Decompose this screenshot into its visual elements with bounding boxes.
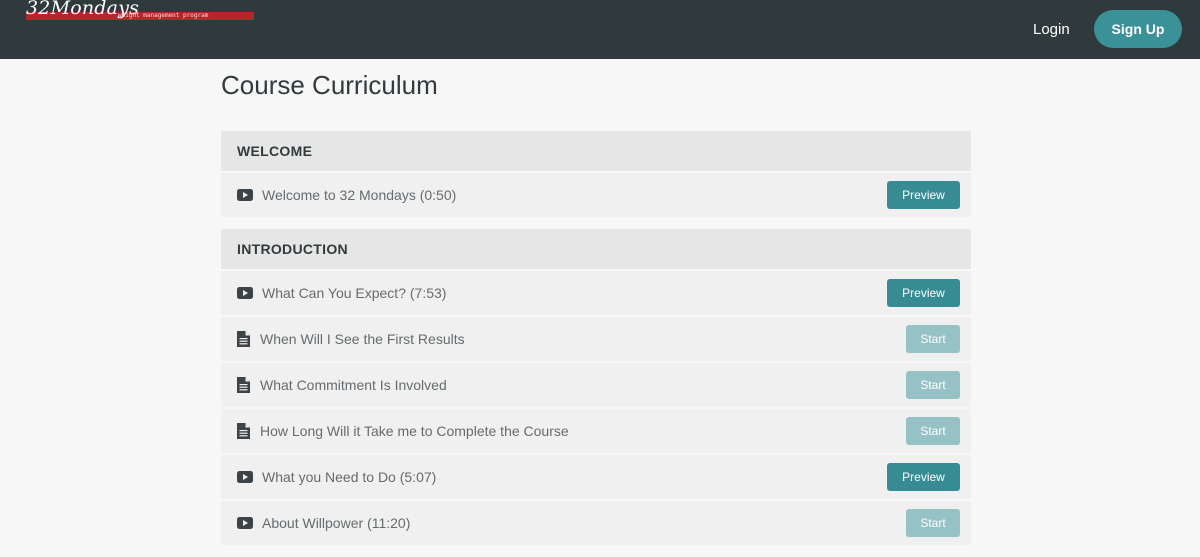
document-icon [237, 377, 250, 393]
play-video-icon [237, 517, 253, 529]
preview-button[interactable]: Preview [887, 181, 960, 209]
section-header: WELCOME [221, 131, 971, 171]
preview-button[interactable]: Preview [887, 463, 960, 491]
start-button[interactable]: Start [906, 371, 960, 399]
lecture-title: How Long Will it Take me to Complete the… [260, 423, 569, 439]
section-header: INTRODUCTION [221, 229, 971, 269]
signup-button[interactable]: Sign Up [1094, 10, 1182, 48]
document-icon [237, 423, 250, 439]
login-link[interactable]: Login [1033, 21, 1070, 38]
section-introduction: INTRODUCTION What Can You Expect? (7:53)… [221, 229, 971, 545]
lecture-item[interactable]: What you Need to Do (5:07) Preview [221, 455, 971, 499]
start-button[interactable]: Start [906, 325, 960, 353]
start-button[interactable]: Start [906, 509, 960, 537]
preview-button[interactable]: Preview [887, 279, 960, 307]
logo-tagline: weight management program [118, 12, 209, 19]
lecture-title: When Will I See the First Results [260, 331, 465, 347]
site-logo[interactable]: 32Mondays weight management program [24, 0, 256, 24]
lecture-item[interactable]: How Long Will it Take me to Complete the… [221, 409, 971, 453]
lecture-item[interactable]: When Will I See the First Results Start [221, 317, 971, 361]
lecture-title: Welcome to 32 Mondays (0:50) [262, 187, 457, 203]
lecture-title: What Commitment Is Involved [260, 377, 447, 393]
page-title: Course Curriculum [221, 70, 438, 100]
lecture-title: What Can You Expect? (7:53) [262, 285, 447, 301]
play-video-icon [237, 471, 253, 483]
lecture-item[interactable]: What Commitment Is Involved Start [221, 363, 971, 407]
lecture-title: What you Need to Do (5:07) [262, 469, 437, 485]
play-video-icon [237, 189, 253, 201]
start-button[interactable]: Start [906, 417, 960, 445]
top-navbar: 32Mondays weight management program Logi… [0, 0, 1200, 59]
lecture-title: About Willpower (11:20) [262, 515, 411, 531]
lecture-item[interactable]: What Can You Expect? (7:53) Preview [221, 271, 971, 315]
document-icon [237, 331, 250, 347]
course-curriculum: WELCOME Welcome to 32 Mondays (0:50) Pre… [221, 131, 971, 557]
play-video-icon [237, 287, 253, 299]
lecture-item[interactable]: Welcome to 32 Mondays (0:50) Preview [221, 173, 971, 217]
section-welcome: WELCOME Welcome to 32 Mondays (0:50) Pre… [221, 131, 971, 217]
lecture-item[interactable]: About Willpower (11:20) Start [221, 501, 971, 545]
